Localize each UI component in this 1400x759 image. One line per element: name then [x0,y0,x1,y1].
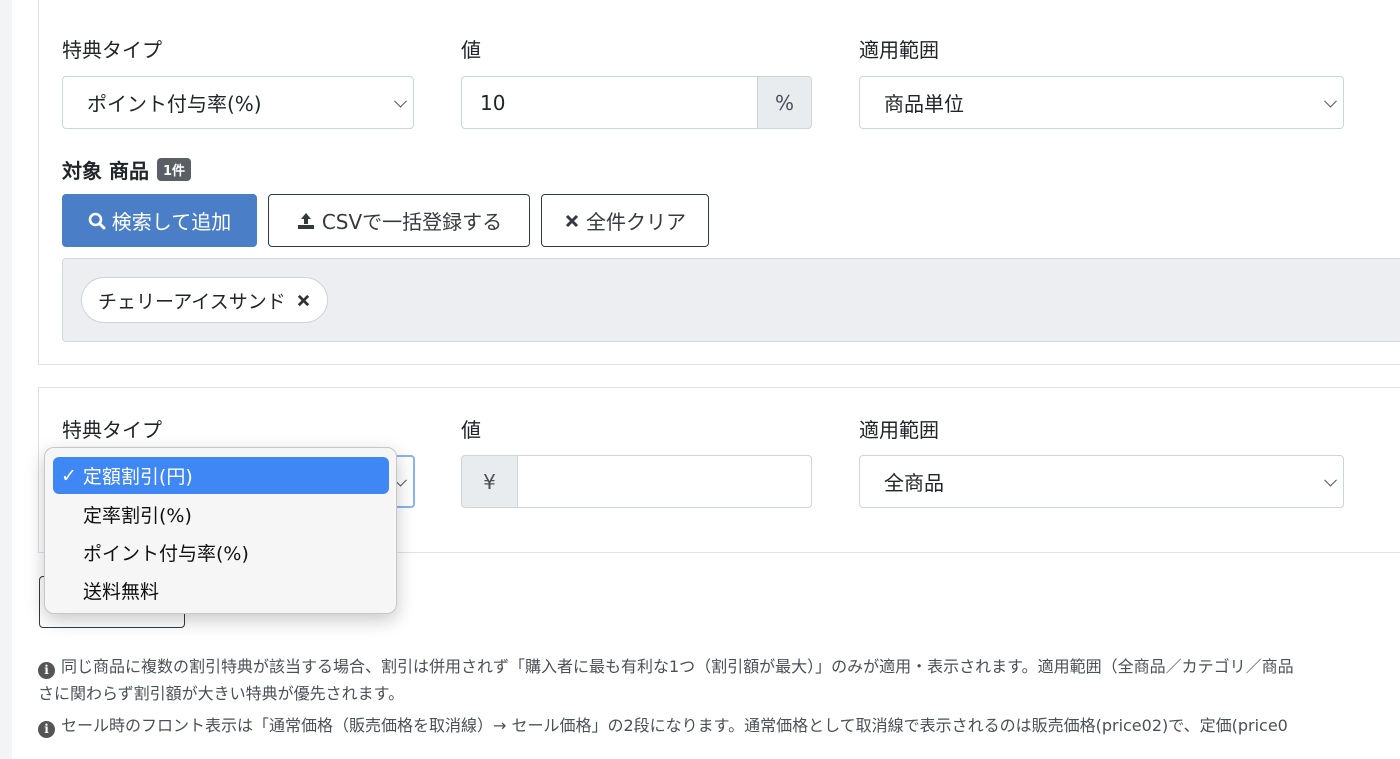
target-products-label: 対象 商品 [62,159,149,183]
scope-label: 適用範囲 [859,38,939,62]
yen-addon: ¥ [461,455,518,508]
scope-value: 商品単位 [884,92,964,116]
product-chip-label: チェリーアイスサンド [98,290,286,313]
note-1-cont: さに関わらず割引額が大きい特典が優先されます。 [38,684,405,703]
note-2-text: セール時のフロント表示は「通常価格（販売価格を取消線）→ セール価格」の2段にな… [61,716,1288,735]
benefit-type-select[interactable]: ポイント付与率(%) [62,76,414,129]
benefit-type-label: 特典タイプ [62,38,162,62]
dropdown-option-point[interactable]: ポイント付与率(%) [53,534,389,571]
product-chip: チェリーアイスサンド [81,277,328,323]
value-input-2[interactable] [518,455,812,508]
dropdown-option-label: 定額割引(円) [82,466,193,488]
info-icon: i [38,661,55,679]
close-icon [565,214,579,227]
upload-icon [297,212,314,229]
value-label-2: 値 [461,418,481,442]
dropdown-option-free-shipping[interactable]: 送料無料 [53,572,389,609]
value-label: 値 [461,38,481,62]
scope-label-2: 適用範囲 [859,418,939,442]
value-input[interactable]: 10 [461,76,758,129]
selected-products-area: チェリーアイスサンド [62,258,1400,342]
info-icon: i [38,720,55,738]
value-input-group: 10 % [461,76,812,129]
left-gutter [0,0,12,759]
note-2: i セール時のフロント表示は「通常価格（販売価格を取消線）→ セール価格」の2段に… [38,712,1288,738]
note-1: i 同じ商品に複数の割引特典が該当する場合、割引は併用されず「購入者に最も有利な1… [38,653,1294,679]
csv-register-button[interactable]: CSVで一括登録する [268,194,530,247]
search-add-button[interactable]: 検索して追加 [62,194,257,247]
target-products-heading: 対象 商品 1件 [62,155,192,184]
percent-addon: % [758,76,812,129]
dropdown-option-rate[interactable]: 定率割引(%) [53,496,389,533]
benefit-type-value: ポイント付与率(%) [87,92,262,116]
scope-value-2: 全商品 [884,471,944,495]
benefit-type-label-2: 特典タイプ [62,418,162,442]
search-add-label: 検索して追加 [111,210,232,234]
benefit-type-dropdown: ✓ 定額割引(円) 定率割引(%) ポイント付与率(%) 送料無料 [44,447,397,614]
csv-register-label: CSVで一括登録する [321,210,503,234]
clear-all-button[interactable]: 全件クリア [541,194,709,247]
note-1-text: 同じ商品に複数の割引特典が該当する場合、割引は併用されず「購入者に最も有利な1つ… [61,657,1294,676]
chevron-down-icon [1324,94,1337,108]
search-icon [88,212,106,229]
remove-icon[interactable] [296,293,311,308]
scope-select[interactable]: 商品単位 [859,76,1344,129]
scope-select-2[interactable]: 全商品 [859,455,1344,508]
check-icon: ✓ [61,464,77,487]
clear-all-label: 全件クリア [586,210,686,234]
chevron-down-icon [1324,473,1337,487]
count-badge: 1件 [156,158,192,181]
chevron-down-icon [394,94,407,108]
value-input-group-2: ¥ [461,455,812,508]
dropdown-option-fixed[interactable]: ✓ 定額割引(円) [53,457,389,494]
